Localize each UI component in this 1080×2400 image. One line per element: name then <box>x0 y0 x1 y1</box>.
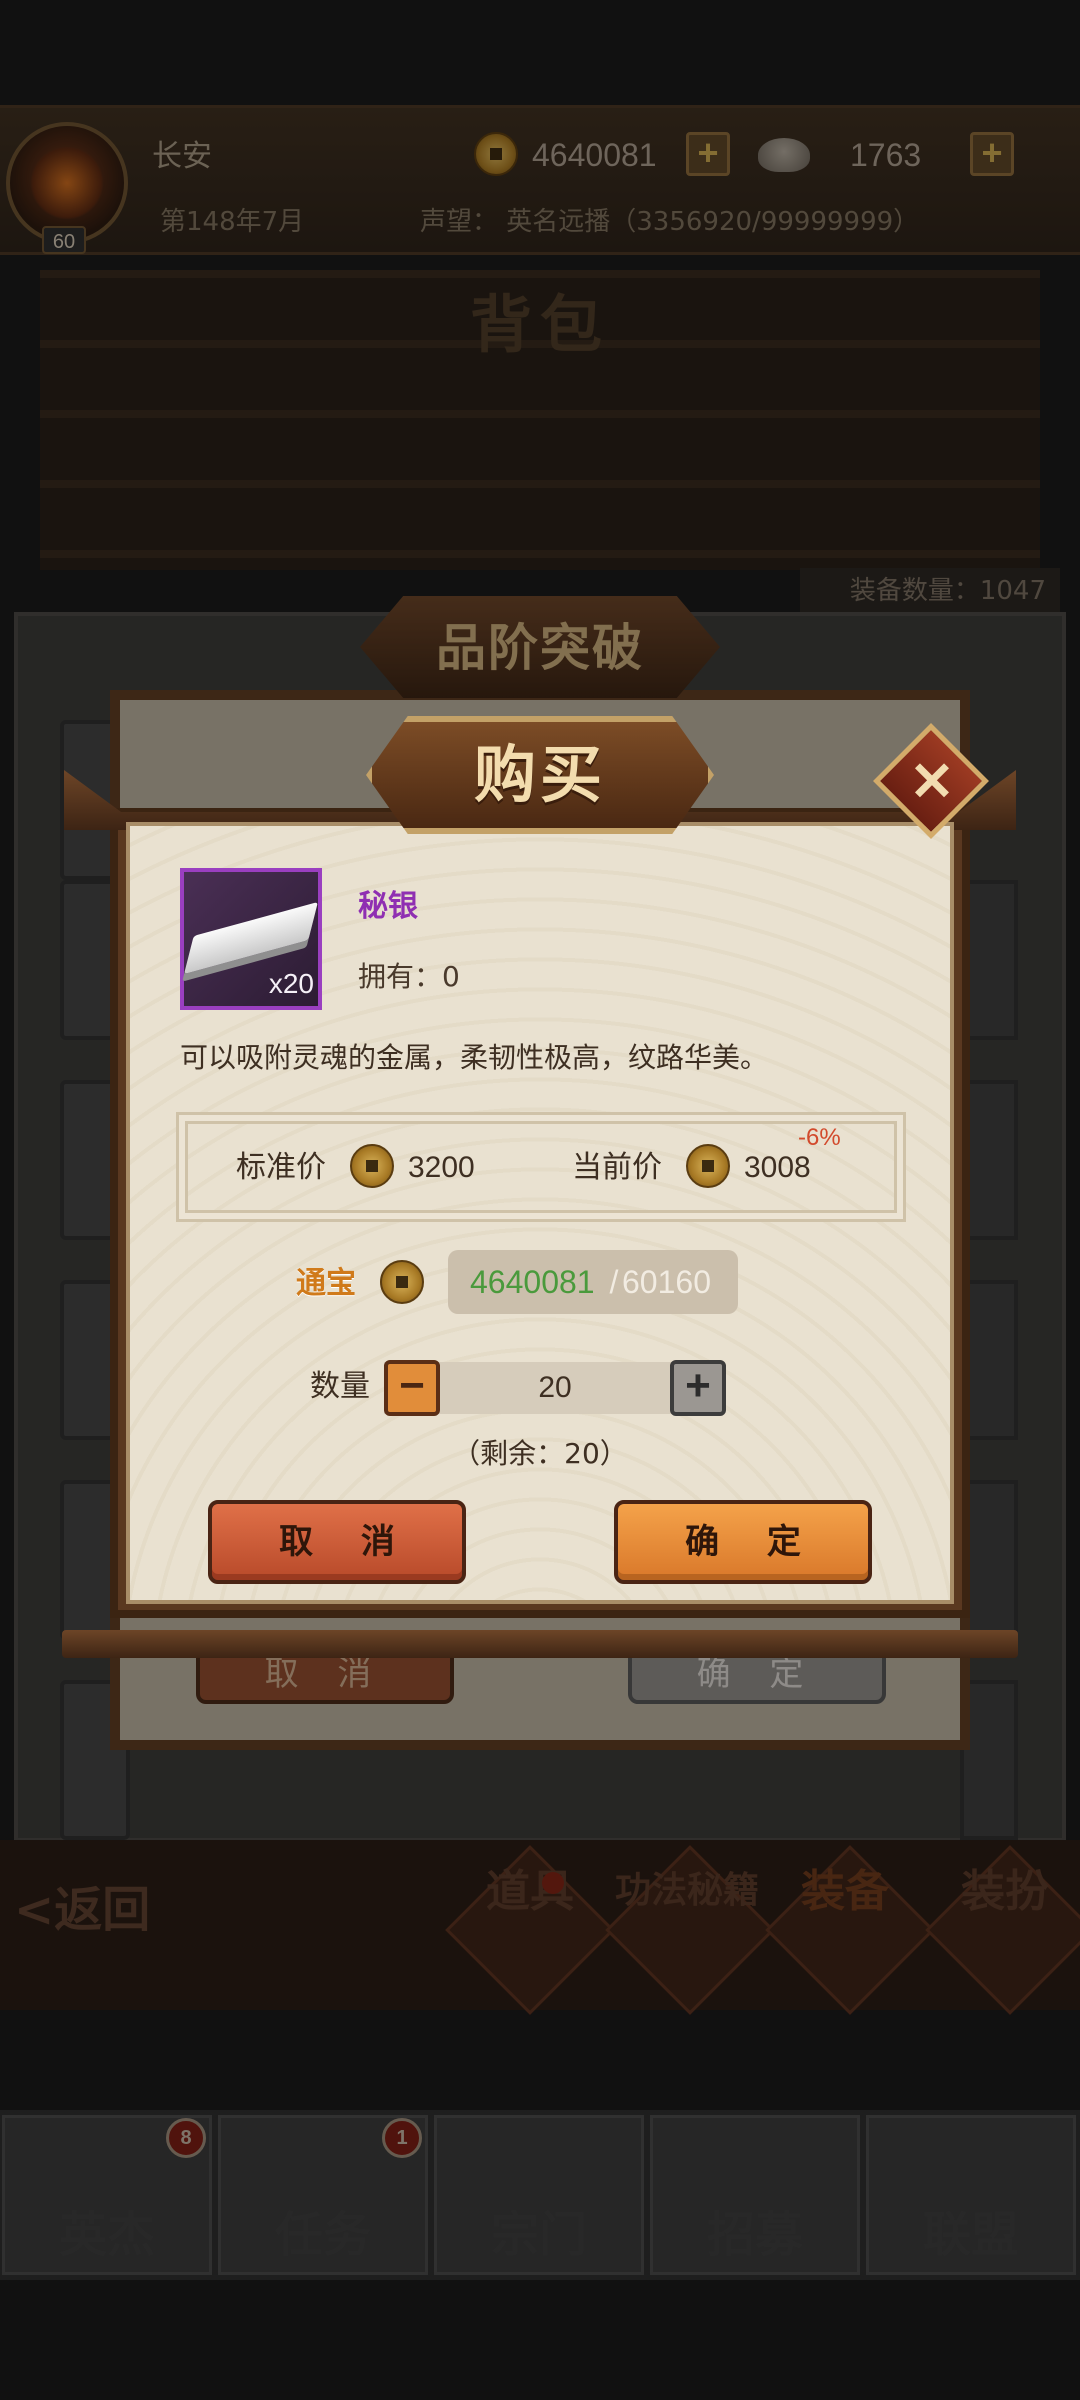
currency-label: 通宝 <box>296 1266 356 1301</box>
current-price-label: 当前价 <box>572 1150 662 1185</box>
currency-owned: 4640081 <box>470 1264 595 1300</box>
quantity-label: 数量 <box>310 1369 370 1404</box>
plus-icon[interactable]: + <box>674 1364 722 1412</box>
close-icon[interactable]: ✕ <box>894 744 970 820</box>
currency-separator: / <box>609 1264 619 1300</box>
coin-icon <box>350 1144 394 1188</box>
quantity-value[interactable]: 20 <box>440 1362 670 1414</box>
owned-count: 拥有：0 <box>358 960 460 993</box>
confirm-button[interactable]: 确 定 <box>614 1500 872 1584</box>
dialog-title: 购买 <box>473 738 606 811</box>
coin-icon <box>686 1144 730 1188</box>
cancel-button[interactable]: 取 消 <box>208 1500 466 1584</box>
coin-icon <box>380 1260 424 1304</box>
item-stack-count: x20 <box>268 968 314 999</box>
standard-price-value: 3200 <box>408 1151 475 1184</box>
item-description: 可以吸附灵魂的金属，柔韧性极高，纹路华美。 <box>180 1041 769 1074</box>
remaining-count: （剩余：20） <box>452 1437 628 1470</box>
discount-badge: -6% <box>798 1124 841 1151</box>
bottom-beam <box>62 1630 1018 1658</box>
currency-cost: 60160 <box>622 1264 711 1300</box>
minus-icon[interactable]: − <box>388 1364 436 1412</box>
item-name: 秘银 <box>358 889 418 924</box>
standard-price-label: 标准价 <box>236 1150 326 1185</box>
